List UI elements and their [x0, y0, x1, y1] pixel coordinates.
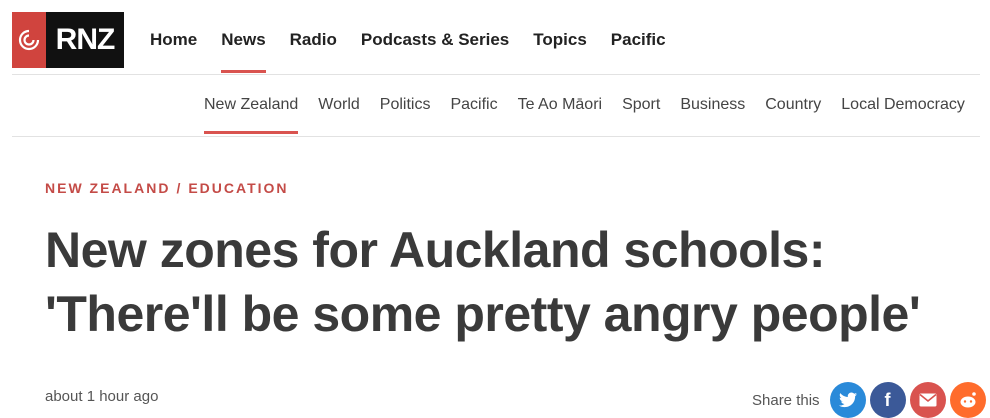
subnav-item-pacific[interactable]: Pacific: [450, 96, 497, 114]
nav-item-pacific[interactable]: Pacific: [611, 30, 666, 70]
nav-item-home[interactable]: Home: [150, 30, 197, 70]
subnav-item-local-democracy[interactable]: Local Democracy: [841, 96, 965, 114]
rnz-logo-mark-icon: [12, 12, 46, 68]
rnz-logo[interactable]: RNZ: [12, 12, 124, 68]
article-timestamp: about 1 hour ago: [45, 388, 159, 405]
nav-item-podcasts-series[interactable]: Podcasts & Series: [361, 30, 509, 70]
subnav-item-world[interactable]: World: [318, 96, 360, 114]
article-kicker: NEW ZEALAND / EDUCATION: [45, 180, 289, 196]
nav-item-topics[interactable]: Topics: [533, 30, 587, 70]
facebook-share-button[interactable]: f: [869, 382, 906, 418]
primary-nav: Home News Radio Podcasts & Series Topics…: [150, 30, 690, 73]
subnav-item-new-zealand[interactable]: New Zealand: [204, 96, 299, 134]
facebook-icon: f: [884, 389, 891, 410]
subnav-item-te-ao-maori[interactable]: Te Ao Māori: [518, 96, 602, 114]
email-share-button[interactable]: [909, 382, 946, 418]
article-headline: New zones for Auckland schools: 'There'l…: [45, 222, 921, 342]
reddit-share-button[interactable]: [949, 382, 986, 418]
share-bar: Share this f: [752, 382, 990, 418]
kicker-section-link[interactable]: NEW ZEALAND: [45, 180, 170, 196]
subnav-divider: [12, 136, 980, 137]
subnav-item-sport[interactable]: Sport: [622, 96, 660, 114]
twitter-share-button[interactable]: [829, 382, 866, 418]
subnav-item-country[interactable]: Country: [765, 96, 821, 114]
kicker-separator: /: [176, 180, 183, 196]
secondary-nav: New Zealand World Politics Pacific Te Ao…: [204, 96, 985, 134]
nav-divider: [12, 74, 980, 75]
email-icon: [919, 393, 937, 407]
twitter-icon: [838, 392, 857, 408]
reddit-icon: [960, 392, 976, 408]
subnav-item-politics[interactable]: Politics: [380, 96, 431, 114]
subnav-item-business[interactable]: Business: [680, 96, 745, 114]
nav-item-radio[interactable]: Radio: [290, 30, 337, 70]
kicker-subsection-link[interactable]: EDUCATION: [188, 180, 288, 196]
nav-item-news[interactable]: News: [221, 30, 267, 73]
brand-name: RNZ: [46, 12, 124, 68]
share-label: Share this: [752, 391, 820, 409]
